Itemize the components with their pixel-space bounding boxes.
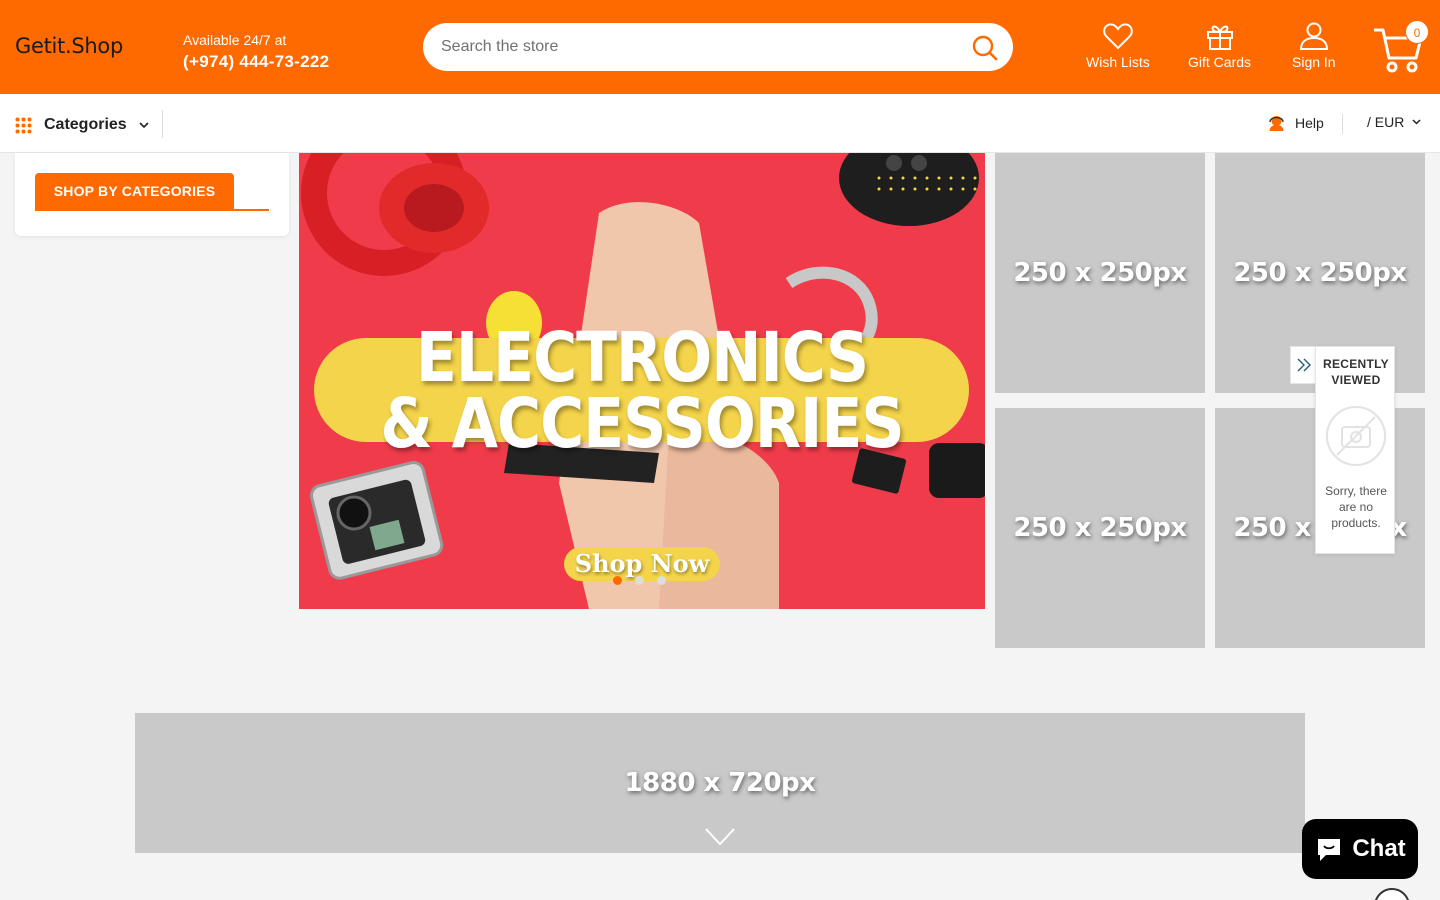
shop-by-categories-panel: SHOP BY CATEGORIES [15, 153, 289, 236]
nav-divider [162, 110, 163, 138]
recently-viewed-panel: RECENTLY VIEWED Sorry, there are no prod… [1315, 346, 1395, 554]
grid-icon [15, 117, 32, 133]
recently-viewed-title: RECENTLY VIEWED [1323, 357, 1389, 387]
scroll-to-top-button[interactable] [1374, 888, 1410, 900]
cart-count-badge: 0 [1405, 20, 1429, 44]
categories-label: Categories [44, 116, 127, 133]
user-icon [1299, 22, 1328, 50]
wishlist-link[interactable]: Wish Lists [1086, 22, 1150, 70]
phone-number[interactable]: (+974) 444-73-222 [183, 52, 329, 72]
chevron-down-icon[interactable] [705, 828, 735, 846]
cart-button[interactable]: 0 [1373, 20, 1430, 76]
chevron-down-icon [1412, 119, 1421, 125]
chevron-down-icon [139, 121, 149, 128]
chat-bubble-icon [1318, 839, 1341, 861]
currency-selector[interactable]: / EUR [1367, 114, 1421, 130]
promo-banner[interactable]: 250 x 250px [995, 408, 1205, 648]
gift-cards-link[interactable]: Gift Cards [1188, 22, 1251, 70]
nav-divider [1342, 114, 1343, 134]
slider-dot[interactable] [613, 576, 622, 585]
hero-slider[interactable]: ELECTRONICS & ACCESSORIES Shop Now [299, 153, 985, 609]
promo-banner[interactable]: 250 x 250px [995, 153, 1205, 393]
support-agent-icon [1269, 116, 1284, 131]
search-icon[interactable] [971, 34, 999, 62]
recently-viewed-toggle[interactable] [1290, 346, 1318, 384]
search-input[interactable] [441, 23, 941, 71]
slider-dot[interactable] [635, 576, 644, 585]
slider-dots [613, 576, 666, 585]
sign-in-label: Sign In [1292, 54, 1336, 70]
no-image-icon [1326, 406, 1386, 466]
recently-viewed-empty-message: Sorry, there are no products. [1325, 484, 1387, 530]
help-label: Help [1295, 114, 1324, 131]
contact-info: Available 24/7 at (+974) 444-73-222 [183, 32, 329, 72]
shop-by-categories-title: SHOP BY CATEGORIES [35, 173, 234, 209]
gift-cards-label: Gift Cards [1188, 54, 1252, 70]
wishlist-label: Wish Lists [1086, 54, 1150, 70]
slider-dot[interactable] [657, 576, 666, 585]
sign-in-link[interactable]: Sign In [1292, 22, 1336, 70]
double-chevron-right-icon [1297, 358, 1311, 372]
heart-icon [1103, 23, 1133, 50]
store-logo[interactable]: Getit.Shop [15, 34, 123, 58]
categories-menu-toggle[interactable]: Categories [15, 114, 149, 136]
title-underline [35, 209, 269, 211]
help-link[interactable]: Help [1267, 113, 1324, 132]
currency-label: / EUR [1367, 114, 1405, 130]
search-bar [423, 23, 1013, 71]
chat-button[interactable]: Chat [1302, 819, 1418, 879]
availability-text: Available 24/7 at [183, 32, 287, 48]
site-header: Getit.Shop Available 24/7 at (+974) 444-… [0, 0, 1440, 94]
chat-label: Chat [1352, 835, 1406, 862]
gift-icon [1206, 25, 1233, 50]
nav-bar: Categories Help / EUR [0, 94, 1440, 153]
hero-headline-line2: & ACCESSORIES [380, 383, 904, 465]
